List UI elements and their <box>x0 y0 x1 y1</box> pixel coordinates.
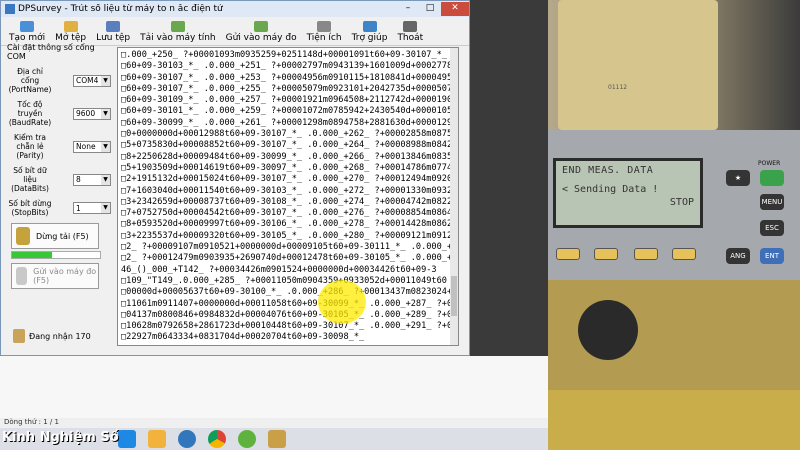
title-bar: DPSurvey - Trút số liệu từ máy to n ắc đ… <box>1 1 469 17</box>
scrollbar-thumb[interactable] <box>451 276 457 316</box>
desktop-background <box>0 356 548 426</box>
save-file-button[interactable]: Lưu tệp <box>92 21 134 43</box>
exit-button[interactable]: Thoát <box>393 21 427 43</box>
new-file-icon <box>20 21 35 32</box>
power-key <box>760 170 784 186</box>
app-window: DPSurvey - Trút số liệu từ máy to n ắc đ… <box>0 0 470 356</box>
stop-bits-select[interactable]: 1 ▼ <box>73 202 111 214</box>
parity-select[interactable]: None ▼ <box>73 140 111 153</box>
data-text-area[interactable]: □.000_+250_ ?+00001093m0935259+0251148d+… <box>117 47 459 346</box>
instrument-icon <box>16 227 30 245</box>
display-line-2: < Sending Data ! <box>562 184 659 195</box>
parity-label: Kiểm tra chẵn lẻ (Parity) <box>14 133 46 160</box>
dpsurvey-task-icon[interactable] <box>268 430 286 448</box>
vertical-scrollbar[interactable] <box>450 48 458 345</box>
port-name-label: Địa chỉ cổng (PortName) <box>8 67 52 94</box>
receiving-icon <box>13 329 25 343</box>
stop-bits-label: Số bít dừng (StopBits) <box>8 199 52 217</box>
port-name-select[interactable]: COM4 ▼ <box>73 74 111 87</box>
data-bits-select[interactable]: 8 ▼ <box>73 173 111 186</box>
save-icon <box>106 21 121 32</box>
ent-key: ENT <box>760 248 784 264</box>
close-button[interactable]: ✕ <box>441 2 469 16</box>
download-icon <box>170 21 185 32</box>
menu-key-label: MENU <box>760 194 784 210</box>
utility-menu-button[interactable]: Tiện ích <box>303 21 346 43</box>
f4-key <box>672 248 696 260</box>
instrument-body: 01112 <box>558 0 718 130</box>
send-to-device-side-button[interactable]: Gửi vào máy đo (F5) <box>11 263 99 289</box>
total-station-photo: 01112 END MEAS. DATA < Sending Data ! ST… <box>548 0 800 450</box>
tribrach-base <box>548 390 800 450</box>
ang-key: ANG <box>726 248 750 264</box>
port-name-row: Địa chỉ cổng (PortName) COM4 ▼ <box>7 67 111 94</box>
instrument-display: END MEAS. DATA < Sending Data ! STOP <box>553 158 703 228</box>
utility-icon <box>317 21 332 32</box>
instrument-panel: END MEAS. DATA < Sending Data ! STOP POW… <box>548 130 800 280</box>
instrument-send-icon <box>16 267 28 285</box>
chevron-down-icon: ▼ <box>101 141 110 152</box>
windows-start-icon[interactable] <box>118 430 136 448</box>
parity-row: Kiểm tra chẵn lẻ (Parity) None ▼ <box>7 133 111 160</box>
esc-key: ESC <box>760 220 784 236</box>
watermark: Kinh Nghiệm Số <box>2 430 119 445</box>
chevron-down-icon: ▼ <box>101 174 110 185</box>
send-to-device-button[interactable]: Gửi vào máy đo <box>222 21 301 43</box>
com-settings-panel: Cài đặt thông số cổng COM Địa chỉ cổng (… <box>7 43 111 343</box>
new-file-button[interactable]: Tạo mới <box>5 21 49 43</box>
receive-status: Đang nhận 170 <box>13 329 111 343</box>
chevron-down-icon: ▼ <box>101 75 110 86</box>
minimize-button[interactable]: – <box>397 2 419 16</box>
baud-rate-label: Tốc độ truyền (BaudRate) <box>8 100 52 127</box>
display-line-3: STOP <box>669 197 694 208</box>
receive-status-text: Đang nhận 170 <box>29 331 91 341</box>
f3-key <box>634 248 658 260</box>
data-lines: □.000_+250_ ?+00001093m0935259+0251148d+… <box>121 50 458 343</box>
edge-browser-icon[interactable] <box>178 430 196 448</box>
display-line-1: END MEAS. DATA <box>562 165 654 176</box>
progress-fill <box>12 252 52 258</box>
status-bar: Dòng thứ : 1 / 1 <box>0 418 552 428</box>
open-file-button[interactable]: Mở tệp <box>51 21 90 43</box>
exit-icon <box>403 21 418 32</box>
data-bits-label: Số bít dữ liệu (DataBits) <box>11 166 49 193</box>
help-button[interactable]: Trợ giúp <box>348 21 392 43</box>
app-green-icon[interactable] <box>238 430 256 448</box>
stop-download-button[interactable]: Dừng tải (F5) <box>11 223 99 249</box>
f2-key <box>594 248 618 260</box>
stop-bits-row: Số bít dừng (StopBits) 1 ▼ <box>7 199 111 217</box>
instrument-lower-body <box>548 280 800 450</box>
tribrach-knob <box>578 300 638 360</box>
toolbar: Tạo mới Mở tệp Lưu tệp Tải vào máy tính … <box>1 17 469 46</box>
settings-group-title: Cài đặt thông số cổng COM <box>7 43 95 61</box>
file-explorer-icon[interactable] <box>148 430 166 448</box>
maximize-button[interactable]: □ <box>419 2 441 16</box>
transfer-progress-bar <box>11 251 101 259</box>
upload-icon <box>254 21 269 32</box>
chevron-down-icon: ▼ <box>101 108 110 119</box>
serial-label: 01112 <box>608 84 628 91</box>
f1-key <box>556 248 580 260</box>
chevron-down-icon: ▼ <box>101 203 110 213</box>
help-icon <box>362 21 377 32</box>
open-folder-icon <box>63 21 78 32</box>
chrome-browser-icon[interactable] <box>208 430 226 448</box>
app-logo-icon <box>5 4 15 14</box>
window-title: DPSurvey - Trút số liệu từ máy to n ắc đ… <box>18 4 223 14</box>
baud-rate-select[interactable]: 9600 ▼ <box>73 107 111 120</box>
baud-rate-row: Tốc độ truyền (BaudRate) 9600 ▼ <box>7 100 111 127</box>
power-label: POWER <box>758 160 781 167</box>
data-bits-row: Số bít dữ liệu (DataBits) 8 ▼ <box>7 166 111 193</box>
star-key: ★ <box>726 170 750 186</box>
download-to-pc-button[interactable]: Tải vào máy tính <box>136 21 220 43</box>
